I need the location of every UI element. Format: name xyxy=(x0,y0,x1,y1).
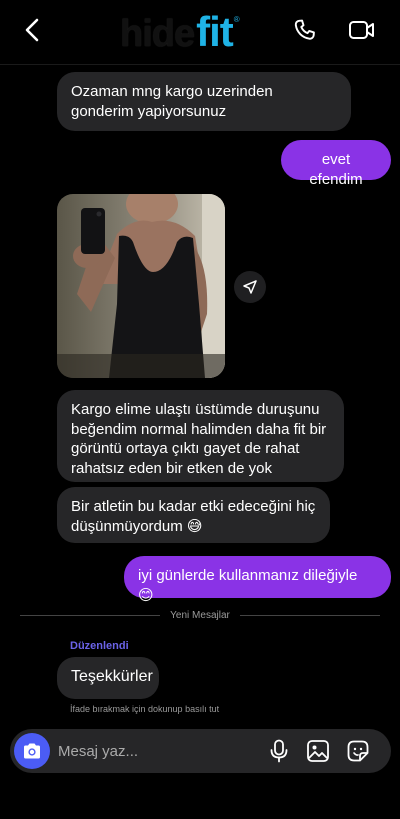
share-button[interactable] xyxy=(234,271,266,303)
message-bubble-incoming[interactable]: Bir atletin bu kadar etki edeceğini hiç … xyxy=(57,487,330,543)
message-bubble-outgoing[interactable]: evet efendim xyxy=(281,140,391,188)
message-composer xyxy=(10,729,391,773)
reaction-hint: İfade bırakmak için dokunup basılı tut xyxy=(70,704,220,714)
image-icon xyxy=(307,740,329,762)
header-divider xyxy=(0,64,400,65)
new-messages-label: Yeni Mesajlar xyxy=(170,609,230,621)
phone-icon xyxy=(294,19,315,40)
photo-message[interactable] xyxy=(57,194,225,378)
video-camera-icon xyxy=(349,21,374,39)
voice-message-button[interactable] xyxy=(268,739,290,763)
chat-header: hide fit ® xyxy=(0,0,400,65)
voice-call-button[interactable] xyxy=(292,17,318,43)
sticker-icon xyxy=(347,740,369,762)
message-bubble-incoming[interactable]: Ozaman mng kargo uzerinden gonderim yapi… xyxy=(57,72,351,131)
camera-icon xyxy=(24,743,40,759)
send-arrow-icon xyxy=(243,280,257,294)
divider-line xyxy=(239,614,381,616)
back-button[interactable] xyxy=(20,16,46,44)
microphone-icon xyxy=(270,739,288,763)
logo-text-hide: hide xyxy=(120,13,195,55)
video-call-button[interactable] xyxy=(348,18,376,42)
logo-text-fit: fit xyxy=(196,8,234,55)
chevron-left-icon xyxy=(25,18,39,42)
message-bubble-incoming[interactable]: Teşekkürler xyxy=(57,657,159,699)
divider-line xyxy=(20,614,161,616)
edited-label: Düzenlendi xyxy=(70,640,129,652)
camera-button[interactable] xyxy=(14,733,50,769)
sticker-button[interactable] xyxy=(346,739,370,763)
new-messages-divider: Yeni Mesajlar xyxy=(20,607,381,623)
gallery-button[interactable] xyxy=(306,739,330,763)
message-bubble-incoming[interactable]: Kargo elime ulaştı üstümde duruşunu beğe… xyxy=(57,390,344,482)
photo-image xyxy=(57,194,225,378)
message-input[interactable] xyxy=(58,741,258,761)
logo-registered-mark: ® xyxy=(233,15,240,24)
message-bubble-outgoing[interactable]: iyi günlerde kullanmanız dileğiyle 😊 xyxy=(124,556,391,604)
brand-logo: hide fit ® xyxy=(120,8,240,55)
